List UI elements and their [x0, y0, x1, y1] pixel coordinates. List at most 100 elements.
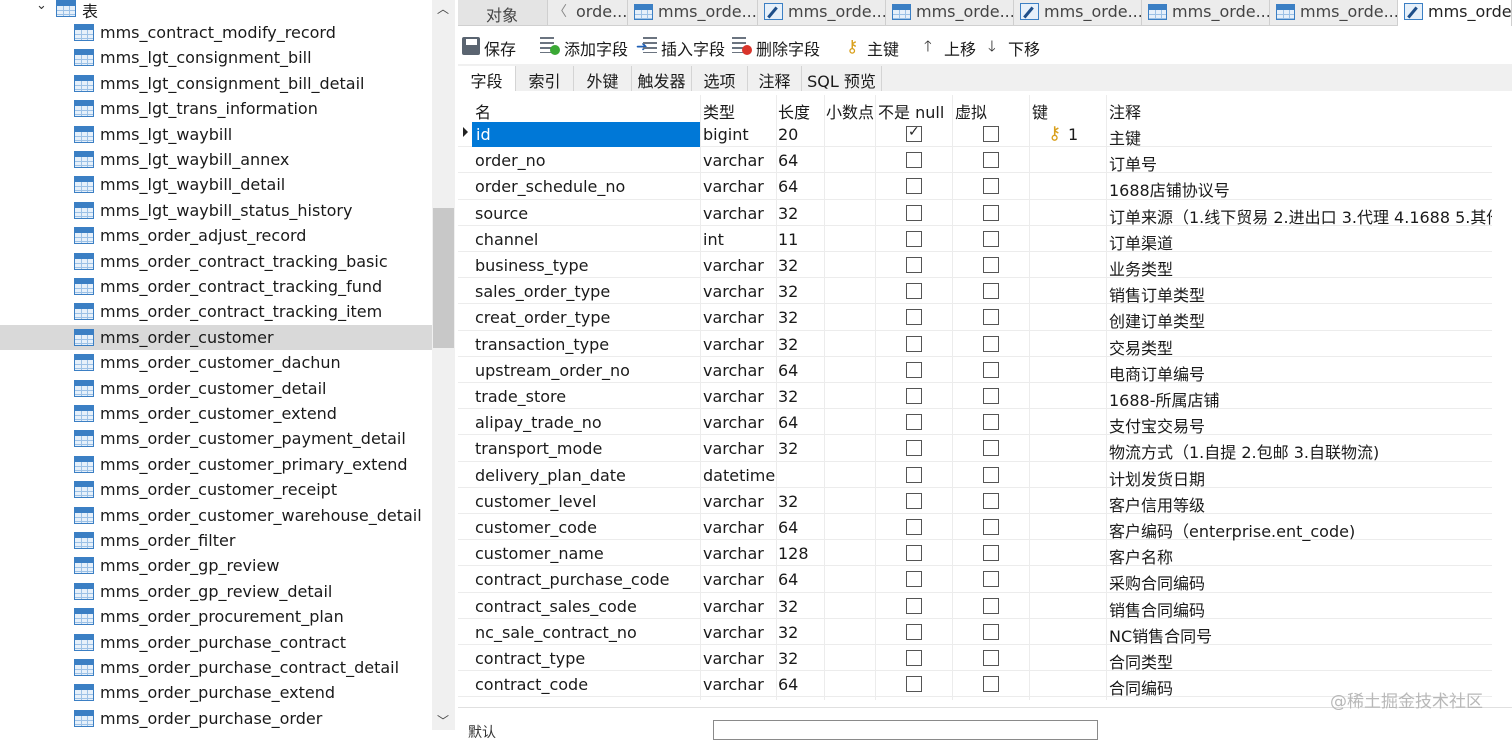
field-comment[interactable]: 订单渠道	[1109, 230, 1173, 254]
field-name[interactable]: customer_code	[475, 518, 597, 537]
field-length[interactable]: 11	[778, 230, 798, 249]
scrollbar-thumb[interactable]	[433, 208, 454, 348]
field-name[interactable]: order_no	[475, 151, 546, 170]
field-name[interactable]: source	[475, 204, 528, 223]
tree-item[interactable]: mms_lgt_waybill_status_history	[0, 198, 432, 223]
not-null-checkbox[interactable]	[906, 124, 922, 142]
field-type[interactable]: varchar	[703, 439, 764, 458]
field-type[interactable]: varchar	[703, 387, 764, 406]
virtual-checkbox[interactable]	[983, 519, 999, 535]
add-field-button[interactable]: 添加字段	[540, 35, 632, 59]
tree-item[interactable]: mms_lgt_consignment_bill	[0, 45, 432, 70]
field-length[interactable]: 32	[778, 492, 798, 511]
tab-document[interactable]: mms_orde...	[758, 0, 886, 25]
field-length[interactable]: 64	[778, 570, 798, 589]
tree-item[interactable]: mms_order_contract_tracking_basic	[0, 249, 432, 274]
field-length[interactable]: 32	[778, 623, 798, 642]
tree-category-tables[interactable]: ⌄ 表	[0, 0, 432, 21]
tree-item[interactable]: mms_order_customer_receipt	[0, 477, 432, 502]
field-name[interactable]: transaction_type	[475, 335, 609, 354]
tab-document[interactable]: mms_orde...	[886, 0, 1014, 25]
tree-item[interactable]: mms_order_customer_warehouse_detail	[0, 503, 432, 528]
table-row[interactable]: delivery_plan_date datetime 计划发货日期	[458, 462, 1492, 490]
field-length[interactable]: 32	[778, 439, 798, 458]
not-null-checkbox[interactable]	[906, 335, 922, 352]
field-name[interactable]: contract_code	[475, 675, 588, 694]
col-type-header[interactable]: 类型	[703, 99, 735, 123]
virtual-checkbox[interactable]	[983, 623, 999, 640]
field-comment[interactable]: 计划发货日期	[1109, 466, 1205, 490]
primary-key-button[interactable]: ⚷ 主键	[844, 35, 904, 59]
field-type[interactable]: varchar	[703, 623, 764, 642]
not-null-checkbox[interactable]	[906, 283, 922, 300]
virtual-checkbox[interactable]	[983, 571, 999, 588]
virtual-checkbox[interactable]	[983, 388, 999, 404]
field-name[interactable]: contract_type	[475, 649, 585, 668]
field-length[interactable]: 64	[778, 675, 798, 694]
not-null-checkbox[interactable]	[906, 492, 922, 509]
not-null-checkbox[interactable]	[906, 650, 922, 666]
field-comment[interactable]: 客户信用等级	[1109, 492, 1205, 516]
field-type[interactable]: varchar	[703, 204, 764, 223]
table-row[interactable]: upstream_order_no varchar 64 电商订单编号	[458, 357, 1492, 384]
table-row[interactable]: customer_level varchar 32 客户信用等级	[458, 488, 1492, 516]
field-name[interactable]: channel	[475, 230, 538, 249]
save-button[interactable]: 保存	[462, 35, 524, 59]
subtab-fields[interactable]: 字段	[458, 66, 516, 91]
tree-item[interactable]: mms_order_customer_dachun	[0, 350, 432, 375]
virtual-checkbox[interactable]	[983, 676, 999, 693]
default-value-input[interactable]	[713, 720, 1098, 740]
not-null-checkbox[interactable]	[906, 676, 922, 693]
not-null-checkbox[interactable]	[906, 361, 922, 378]
field-length[interactable]: 64	[778, 177, 798, 196]
field-name[interactable]: transport_mode	[475, 439, 602, 458]
table-row[interactable]: sales_order_type varchar 32 销售订单类型	[458, 278, 1492, 305]
field-name[interactable]: alipay_trade_no	[475, 413, 602, 432]
virtual-checkbox[interactable]	[983, 545, 999, 562]
tree-item[interactable]: mms_order_customer_payment_detail	[0, 426, 432, 451]
table-row[interactable]: nc_sale_contract_no varchar 32 NC销售合同号	[458, 619, 1492, 646]
field-type[interactable]: varchar	[703, 649, 764, 668]
table-row[interactable]: contract_purchase_code varchar 64 采购合同编码	[458, 566, 1492, 593]
not-null-checkbox[interactable]	[906, 204, 922, 221]
tab-document[interactable]: orde...	[572, 0, 628, 25]
field-name[interactable]: delivery_plan_date	[475, 466, 626, 485]
subtab-comment[interactable]: 注释	[748, 66, 802, 91]
field-comment[interactable]: 合同类型	[1109, 649, 1173, 673]
table-row[interactable]: creat_order_type varchar 32 创建订单类型	[458, 304, 1492, 331]
not-null-checkbox[interactable]	[906, 309, 922, 326]
field-length[interactable]: 32	[778, 204, 798, 223]
scroll-down-icon[interactable]: ﹀	[437, 712, 449, 729]
tree-item[interactable]: mms_order_customer_extend	[0, 401, 432, 426]
virtual-checkbox[interactable]	[983, 440, 999, 457]
not-null-checkbox[interactable]	[906, 440, 922, 457]
tab-document[interactable]: mms_orde...	[1398, 0, 1512, 26]
tree-item[interactable]: mms_lgt_waybill_annex	[0, 147, 432, 172]
move-down-button[interactable]: 🡓 下移	[986, 35, 1044, 59]
field-comment[interactable]: 销售合同编码	[1109, 597, 1205, 621]
virtual-checkbox[interactable]	[983, 126, 999, 142]
table-row[interactable]: channel int 11 订单渠道	[458, 226, 1492, 254]
table-row[interactable]: contract_type varchar 32 合同类型	[458, 645, 1492, 673]
field-length[interactable]: 32	[778, 597, 798, 616]
virtual-checkbox[interactable]	[983, 283, 999, 300]
tree-item[interactable]: mms_contract_modify_record	[0, 20, 432, 45]
field-comment[interactable]: 交易类型	[1109, 335, 1173, 359]
field-comment[interactable]: 业务类型	[1109, 256, 1173, 280]
field-name[interactable]: contract_purchase_code	[475, 570, 669, 589]
tree-item[interactable]: mms_order_customer_detail	[0, 376, 432, 401]
virtual-checkbox[interactable]	[983, 361, 999, 378]
tree-item[interactable]: mms_order_procurement_plan	[0, 604, 432, 629]
not-null-checkbox[interactable]	[906, 597, 922, 614]
field-type[interactable]: varchar	[703, 518, 764, 537]
field-type[interactable]: varchar	[703, 177, 764, 196]
field-comment[interactable]: 订单来源（1.线下贸易 2.进出口 3.代理 4.1688 5.其他)	[1109, 204, 1492, 228]
virtual-checkbox[interactable]	[983, 204, 999, 221]
table-row[interactable]: trade_store varchar 32 1688-所属店铺	[458, 383, 1492, 410]
field-type[interactable]: varchar	[703, 675, 764, 694]
not-null-checkbox[interactable]	[906, 571, 922, 588]
field-type[interactable]: varchar	[703, 335, 764, 354]
selected-cell[interactable]: id	[472, 122, 700, 147]
tree-item[interactable]: mms_order_purchase_extend	[0, 680, 432, 705]
subtab-sql-preview[interactable]: SQL 预览	[802, 66, 882, 91]
